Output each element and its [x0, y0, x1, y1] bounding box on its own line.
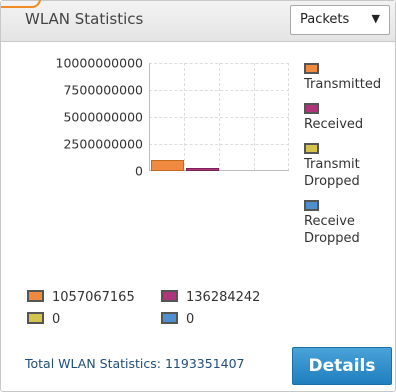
y-tick-label: 2500000000 [63, 136, 143, 152]
stat-received: 136284242 [161, 290, 260, 305]
y-tick-label: 5000000000 [63, 109, 143, 125]
bar-received [186, 168, 219, 171]
chevron-down-icon: ▼ [371, 12, 380, 25]
stat-value: 136284242 [186, 290, 261, 305]
legend-item-receive-dropped: Receive Dropped [304, 200, 394, 247]
y-tick-label: 10000000000 [55, 55, 143, 71]
corner-tab-decoration [1, 0, 41, 8]
legend-swatch [304, 200, 319, 211]
stat-swatch [27, 290, 44, 302]
panel-title: WLAN Statistics [25, 10, 144, 28]
y-tick-label: 7500000000 [63, 82, 143, 98]
legend-swatch [304, 103, 319, 114]
stat-swatch [161, 290, 178, 302]
panel-header: WLAN Statistics Packets ▼ [1, 0, 395, 42]
stat-swatch [27, 312, 44, 324]
stat-transmit-dropped: 0 [27, 312, 60, 327]
gridline [219, 63, 220, 171]
view-mode-value: Packets [300, 12, 350, 27]
stat-swatch [161, 312, 178, 324]
legend-item-transmitted: Transmitted [304, 63, 394, 93]
legend-item-transmit-dropped: Transmit Dropped [304, 143, 394, 190]
legend-label: Dropped [304, 231, 360, 246]
gridline [184, 63, 185, 171]
legend-label: Transmit [304, 157, 360, 172]
bar-transmitted [151, 159, 184, 171]
total-wlan-statistics: Total WLAN Statistics: 1193351407 [25, 356, 245, 371]
stat-value: 1057067165 [52, 290, 135, 305]
legend-item-received: Received [304, 103, 394, 133]
legend-swatch [304, 143, 319, 154]
gridline [254, 63, 255, 171]
gridline [288, 63, 289, 171]
stat-value: 0 [186, 312, 195, 327]
chart-legend: Transmitted Received Transmit Dropped Re… [304, 63, 394, 257]
stat-receive-dropped: 0 [161, 312, 194, 327]
y-tick-label: 0 [135, 163, 143, 179]
legend-label: Transmitted [304, 77, 382, 92]
y-axis-labels: 10000000000 7500000000 5000000000 250000… [21, 55, 143, 179]
view-mode-select[interactable]: Packets ▼ [290, 5, 390, 35]
details-button[interactable]: Details [292, 347, 392, 385]
y-axis [149, 63, 150, 171]
legend-swatch [304, 63, 319, 74]
chart-plot-area [149, 63, 289, 171]
legend-label: Received [304, 117, 364, 132]
legend-label: Dropped [304, 174, 360, 189]
legend-label: Receive [304, 214, 355, 229]
wlan-statistics-panel: WLAN Statistics Packets ▼ 10000000000 75… [0, 0, 396, 392]
stat-transmitted: 1057067165 [27, 290, 135, 305]
stat-value: 0 [52, 312, 61, 327]
